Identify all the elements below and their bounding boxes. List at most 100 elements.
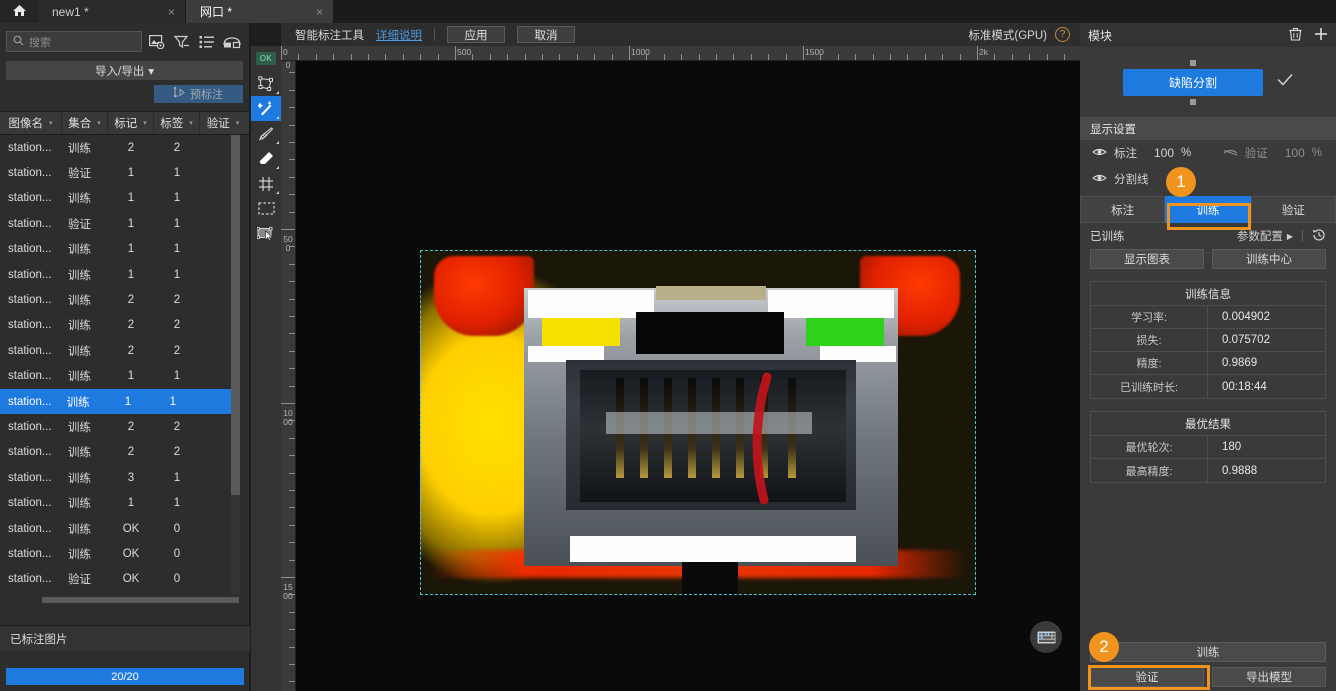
prelabel-button[interactable]: 预标注 [154, 85, 243, 103]
cell-label: 1 [173, 471, 181, 484]
tab-annotation[interactable]: 标注 [1080, 196, 1166, 223]
tab-new1[interactable]: new1 * × [38, 0, 186, 23]
detail-link[interactable]: 详细说明 [376, 27, 422, 43]
table-row[interactable]: station... 训练 2 2 [0, 313, 249, 338]
image-table-body[interactable]: station... 训练 2 2 station... 验证 1 1 station... 训练… [0, 135, 249, 595]
move-select-tool[interactable] [251, 221, 281, 246]
close-icon[interactable]: × [316, 5, 323, 19]
eye-icon[interactable] [1092, 173, 1107, 186]
column-header-label[interactable]: 标签 ▾ [154, 112, 200, 134]
trash-icon[interactable] [1289, 27, 1302, 44]
table-row[interactable]: station... 训练 1 1 [0, 490, 249, 515]
display-toggle-verify[interactable]: 验证 100 % [1223, 145, 1336, 161]
keyboard-shortcut-button[interactable] [1030, 621, 1062, 653]
module-graph-area[interactable]: 缺陷分割 [1080, 47, 1336, 117]
table-row[interactable]: station... 训练 2 2 [0, 414, 249, 439]
table-row[interactable]: station... 验证 OK 0 [0, 567, 249, 592]
best-result-title: 最优结果 [1091, 412, 1325, 436]
history-icon[interactable] [1312, 228, 1326, 245]
horizontal-scrollbar[interactable] [42, 597, 239, 603]
gallery-view-icon[interactable] [223, 34, 241, 50]
progress-text: 20/20 [111, 670, 139, 683]
vertical-ruler: 0500100015002 [281, 61, 296, 691]
validate-button[interactable]: 验证 [1090, 667, 1204, 687]
table-row[interactable]: station... 训练 2 2 [0, 135, 249, 160]
home-button[interactable] [0, 0, 38, 23]
eye-icon[interactable] [1092, 147, 1107, 160]
filter-icon[interactable] [173, 34, 191, 50]
tab-wangkou[interactable]: 网口 * × [186, 0, 334, 23]
table-row[interactable]: station... 训练 2 2 [0, 287, 249, 312]
image-settings-icon[interactable] [148, 34, 166, 50]
table-row[interactable]: station... 训练 1 1 [0, 186, 249, 211]
cell-set: 训练 [68, 371, 91, 384]
scrollbar-thumb[interactable] [231, 135, 240, 495]
vertical-scrollbar[interactable] [231, 135, 240, 595]
apply-button[interactable]: 应用 [447, 26, 505, 43]
brush-tool[interactable] [251, 121, 281, 146]
training-center-button[interactable]: 训练中心 [1212, 249, 1326, 269]
cell-mark: 1 [127, 268, 135, 281]
node-handle-top[interactable] [1190, 59, 1196, 66]
table-row[interactable]: station... 训练 1 1 [0, 388, 240, 415]
display-value-verify[interactable]: 100 [1285, 146, 1305, 160]
close-icon[interactable]: × [168, 5, 175, 19]
show-chart-button[interactable]: 显示图表 [1090, 249, 1204, 269]
magic-wand-tool[interactable] [251, 96, 281, 121]
column-header-mark[interactable]: 标记 ▾ [108, 112, 154, 134]
table-row: 已训练时长: 00:18:44 [1091, 375, 1325, 398]
search-input[interactable]: 搜索 [6, 31, 142, 52]
tab-training[interactable]: 训练 [1165, 196, 1251, 223]
image-canvas[interactable] [296, 61, 1080, 691]
table-row[interactable]: station... 训练 1 1 [0, 237, 249, 262]
cancel-button[interactable]: 取消 [517, 26, 575, 43]
display-toggle-segline[interactable]: 分割线 [1092, 171, 1149, 187]
check-icon[interactable] [1277, 73, 1293, 91]
column-header-image-name[interactable]: 图像名 ▾ [0, 112, 62, 134]
selection-box[interactable] [420, 250, 976, 595]
polygon-tool[interactable] [251, 71, 281, 96]
table-row[interactable]: station...训练OK0 [0, 541, 249, 566]
cell-set: 训练 [66, 396, 90, 409]
node-handle-bottom[interactable] [1190, 98, 1196, 105]
table-row[interactable]: station... 验证 1 1 [0, 160, 249, 185]
column-label: 集合 [68, 118, 92, 130]
column-header-verify[interactable]: 验证 ▾ [200, 112, 246, 134]
module-node-defect-segmentation[interactable]: 缺陷分割 [1123, 59, 1263, 105]
train-button[interactable]: 训练 [1090, 642, 1326, 662]
table-row[interactable]: station... 验证 1 1 [0, 211, 249, 236]
table-row[interactable]: station... 训练 1 1 [0, 364, 249, 389]
display-value-annotation[interactable]: 100 [1154, 146, 1174, 160]
table-row[interactable]: station...训练OK0 [0, 516, 249, 541]
column-header-set[interactable]: 集合 ▾ [62, 112, 108, 134]
list-view-icon[interactable] [198, 34, 216, 50]
display-settings-label: 显示设置 [1090, 123, 1136, 136]
display-toggle-annotation[interactable]: 标注 100 % [1092, 145, 1191, 161]
import-export-button[interactable]: 导入/导出 ▾ [6, 61, 243, 80]
plus-icon[interactable] [1314, 27, 1328, 44]
table-row[interactable]: station... 训练 2 2 [0, 338, 249, 363]
tab-verification[interactable]: 验证 [1250, 196, 1336, 223]
export-model-button[interactable]: 导出模型 [1212, 667, 1326, 687]
ruler-tick-label: 1500 [805, 47, 824, 57]
cell-label: 1 [173, 167, 181, 180]
search-placeholder: 搜索 [29, 36, 51, 49]
table-row[interactable]: station... 训练 1 1 [0, 262, 249, 287]
cell-image-name: station... [8, 294, 52, 307]
cell-set: 验证 [68, 574, 91, 587]
table-row[interactable]: station...训练OK0 [0, 592, 249, 595]
marquee-select-tool[interactable] [251, 196, 281, 221]
eye-off-icon[interactable] [1223, 147, 1238, 160]
grid-tool[interactable] [251, 171, 281, 196]
ruler-tick-label: 1000 [283, 408, 293, 427]
cell-image-name: station... [8, 573, 52, 586]
help-icon[interactable]: ? [1055, 27, 1070, 42]
table-row[interactable]: station... 训练 2 2 [0, 440, 249, 465]
connector-image [420, 250, 976, 595]
cell-image-name: station... [8, 167, 52, 180]
cell-mark: 2 [127, 344, 135, 357]
eraser-tool[interactable] [251, 146, 281, 171]
ok-badge[interactable]: OK [251, 46, 281, 71]
param-config-button[interactable]: 参数配置 ▶ [1237, 228, 1293, 244]
table-row[interactable]: station... 训练 3 1 [0, 465, 249, 490]
